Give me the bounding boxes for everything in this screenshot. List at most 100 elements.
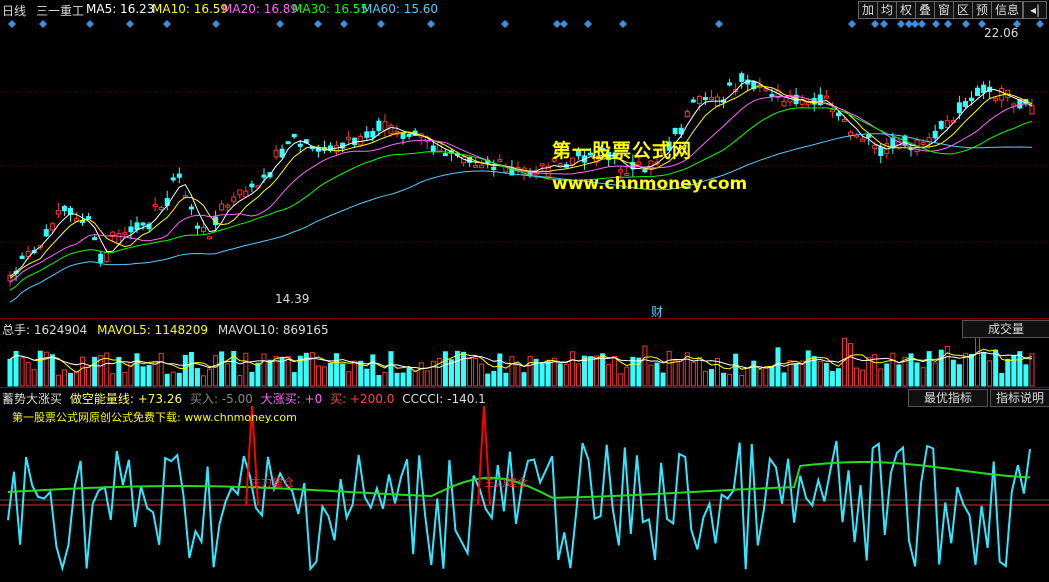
candle-body	[188, 206, 194, 210]
candle-body	[207, 236, 213, 240]
candle-body	[382, 121, 388, 131]
event-marker-icon	[1036, 20, 1044, 28]
volume-bar	[606, 364, 612, 387]
event-marker-icon	[897, 20, 905, 28]
volume-bar	[249, 371, 255, 387]
volume-bar	[775, 347, 781, 387]
candle-body	[642, 168, 648, 173]
volume-bar	[624, 366, 630, 387]
volume-bar	[340, 363, 346, 387]
volume-bar	[388, 351, 394, 387]
volume-tab[interactable]: 成交量	[962, 320, 1049, 338]
volume-bar	[569, 351, 575, 387]
volume-bar	[7, 358, 13, 387]
panel-divider-price	[0, 318, 1049, 319]
surge-buy-value: 大涨买: +0	[260, 392, 323, 406]
volume-bar	[424, 370, 430, 387]
event-marker-icon	[962, 20, 970, 28]
candle-body	[829, 109, 835, 113]
volume-bar	[672, 360, 678, 387]
candle-body	[866, 134, 872, 138]
volume-bar	[884, 363, 890, 387]
volume-bar	[400, 372, 406, 387]
mavol5-value: MAVOL5: 1148209	[97, 323, 208, 337]
event-markers	[8, 20, 1044, 28]
volume-bar	[793, 363, 799, 387]
volume-bar	[908, 353, 914, 387]
volume-bar	[848, 343, 854, 387]
volume-bar	[521, 372, 527, 387]
volume-bar	[956, 364, 962, 387]
candle-body	[769, 94, 775, 98]
volume-total-value: 总手: 1624904	[2, 323, 88, 337]
volume-bar	[630, 356, 636, 387]
volume-bar	[757, 369, 763, 387]
candle-body	[219, 203, 225, 211]
event-marker-icon	[880, 20, 888, 28]
candle-body	[122, 232, 128, 236]
volume-bar	[938, 349, 944, 387]
candle-body	[279, 148, 285, 158]
volume-bar	[654, 362, 660, 387]
volume-bar	[485, 373, 491, 387]
candle-body	[176, 173, 182, 178]
buy-value: 买入: -5.00	[189, 392, 253, 406]
candle-body	[74, 218, 80, 222]
volume-bar	[19, 357, 25, 387]
event-marker-icon	[944, 20, 952, 28]
candle-body	[388, 124, 394, 135]
volume-bar	[146, 365, 152, 387]
event-marker-icon	[86, 20, 94, 28]
candle-body	[781, 100, 787, 107]
volume-bar	[708, 369, 714, 387]
volume-bar	[648, 364, 654, 387]
candle-body	[539, 163, 545, 167]
event-marker-icon	[932, 20, 940, 28]
finance-marker-icon[interactable]: 财	[651, 303, 663, 320]
candle-body	[201, 226, 207, 233]
candle-body	[49, 223, 55, 231]
volume-bar	[690, 361, 696, 387]
volume-bar	[642, 345, 648, 387]
volume-bar	[461, 351, 467, 387]
high-price-label: 22.06	[984, 26, 1019, 40]
volume-bar	[261, 353, 267, 387]
volume-bar	[201, 375, 207, 387]
volume-bar	[430, 360, 436, 387]
volume-bar	[80, 356, 86, 387]
candle-body	[370, 130, 376, 138]
volume-bar	[829, 371, 835, 387]
candle-body	[152, 204, 158, 208]
candle-body	[848, 131, 854, 137]
cccci-value: CCCCI: -140.1	[402, 392, 486, 406]
volume-bar	[563, 363, 569, 387]
candle-body	[981, 84, 987, 93]
moving-average-lines	[9, 80, 1033, 303]
volume-bar	[164, 373, 170, 387]
volume-bar	[890, 352, 896, 387]
indicator-help-button[interactable]: 指标说明	[990, 389, 1049, 407]
candle-body	[672, 128, 678, 135]
candle-body	[55, 210, 61, 215]
volume-bar	[418, 362, 424, 387]
signal-label-2: 主力建仓	[484, 476, 528, 489]
volume-bar	[219, 351, 225, 387]
candle-body	[1029, 105, 1035, 115]
candle-body	[975, 87, 981, 97]
candle-body	[346, 136, 352, 141]
candle-body	[400, 132, 406, 139]
grid-lines	[0, 91, 1049, 506]
candle-body	[285, 141, 291, 145]
volume-bar	[182, 354, 188, 387]
volume-bar	[152, 360, 158, 387]
best-indicator-button[interactable]: 最优指标	[908, 389, 988, 407]
candle-body	[702, 97, 708, 101]
low-price-label: 14.39	[275, 292, 310, 306]
candle-body	[104, 251, 110, 262]
indicator-legend: 蓄势大涨买 做空能量线: +73.26 买入: -5.00 大涨买: +0 买:…	[2, 390, 486, 407]
volume-bar	[321, 366, 327, 387]
volume-bar	[727, 373, 733, 387]
volume-bar	[176, 372, 182, 387]
volume-bar	[291, 372, 297, 387]
volume-bar	[442, 351, 448, 387]
